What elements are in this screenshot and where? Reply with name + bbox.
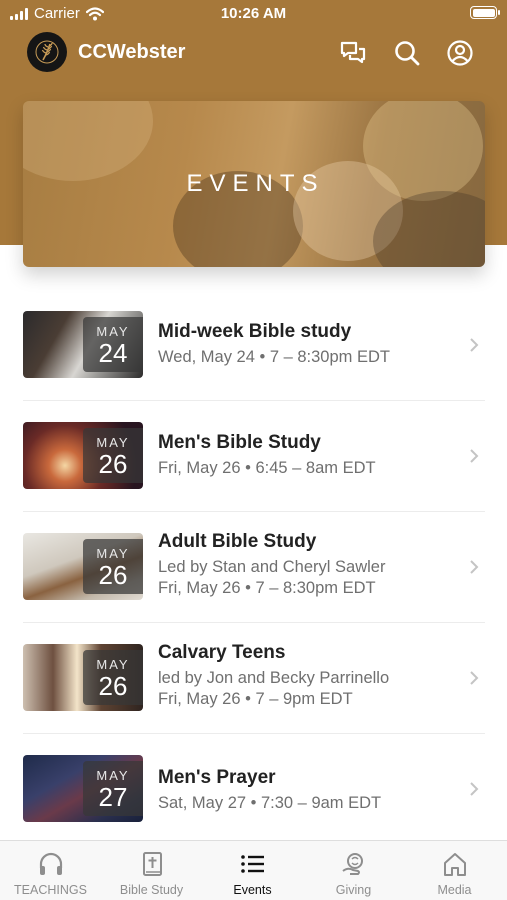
tab-bible-study[interactable]: Bible Study — [101, 841, 202, 900]
event-row[interactable]: MAY 26 Adult Bible Study Led by Stan and… — [23, 512, 485, 623]
chevron-right-icon — [470, 782, 479, 796]
date-month: MAY — [96, 546, 130, 561]
chevron-right-icon — [470, 560, 479, 574]
wheat-logo-icon — [35, 40, 59, 64]
battery-icon — [470, 6, 500, 19]
date-month: MAY — [96, 768, 130, 783]
event-time: Sat, May 27 • 7:30 – 9am EDT — [158, 794, 382, 812]
date-day: 27 — [98, 782, 128, 812]
tab-label: Giving — [335, 883, 372, 897]
chat-icon[interactable] — [339, 39, 367, 67]
status-bar: Carrier 10:26 AM — [0, 0, 507, 28]
date-badge: MAY 26 — [83, 539, 143, 594]
event-time: Fri, May 26 • 7 – 9pm EDT — [158, 690, 353, 708]
app-title: CCWebster — [78, 41, 186, 63]
church-logo[interactable] — [27, 32, 67, 72]
event-title: Mid-week Bible study — [158, 321, 352, 342]
event-title: Men's Prayer — [158, 767, 276, 788]
chevron-right-icon — [470, 671, 479, 685]
tab-media[interactable]: Media — [404, 841, 505, 900]
event-text: Men's Bible Study Fri, May 26 • 6:45 – 8… — [158, 432, 458, 478]
home-icon — [443, 853, 466, 876]
event-text: Calvary Teens led by Jon and Becky Parri… — [158, 642, 458, 709]
event-thumbnail: MAY 27 — [23, 755, 143, 822]
tab-label: Media — [437, 883, 472, 897]
event-title: Calvary Teens — [158, 642, 286, 663]
event-thumbnail: MAY 26 — [23, 533, 143, 600]
event-title: Men's Bible Study — [158, 432, 321, 453]
search-icon[interactable] — [393, 39, 421, 67]
profile-icon[interactable] — [446, 39, 474, 67]
date-badge: MAY 26 — [83, 650, 143, 705]
events-hero-banner: EVENTS — [23, 101, 485, 267]
date-badge: MAY 26 — [83, 428, 143, 483]
event-title: Adult Bible Study — [158, 531, 317, 552]
event-thumbnail: MAY 26 — [23, 644, 143, 711]
event-text: Men's Prayer Sat, May 27 • 7:30 – 9am ED… — [158, 767, 458, 813]
app-header: CCWebster — [0, 30, 507, 76]
date-day: 26 — [98, 449, 128, 479]
event-text: Adult Bible Study Led by Stan and Cheryl… — [158, 531, 458, 598]
tab-events[interactable]: Events — [202, 841, 303, 900]
list-icon — [240, 855, 264, 873]
headphones-icon — [39, 852, 62, 875]
tab-label: TEACHINGS — [14, 883, 87, 897]
event-row[interactable]: MAY 24 Mid-week Bible study Wed, May 24 … — [23, 290, 485, 401]
event-leader: Led by Stan and Cheryl Sawler — [158, 558, 386, 576]
event-row[interactable]: MAY 26 Men's Bible Study Fri, May 26 • 6… — [23, 401, 485, 512]
bible-icon — [142, 852, 162, 876]
tab-giving[interactable]: Giving — [303, 841, 404, 900]
date-month: MAY — [96, 324, 130, 339]
event-row[interactable]: MAY 26 Calvary Teens led by Jon and Beck… — [23, 623, 485, 734]
event-time: Fri, May 26 • 7 – 8:30pm EDT — [158, 579, 376, 597]
date-month: MAY — [96, 657, 130, 672]
event-thumbnail: MAY 26 — [23, 422, 143, 489]
giving-icon — [341, 853, 363, 875]
event-text: Mid-week Bible study Wed, May 24 • 7 – 8… — [158, 321, 458, 367]
date-day: 26 — [98, 560, 128, 590]
event-leader: led by Jon and Becky Parrinello — [158, 669, 390, 687]
event-thumbnail: MAY 24 — [23, 311, 143, 378]
date-month: MAY — [96, 435, 130, 450]
tab-label: Events — [233, 883, 272, 897]
event-time: Fri, May 26 • 6:45 – 8am EDT — [158, 459, 376, 477]
chevron-right-icon — [470, 338, 479, 352]
chevron-right-icon — [470, 449, 479, 463]
hero-title: EVENTS — [186, 170, 325, 197]
date-badge: MAY 27 — [83, 761, 143, 816]
date-day: 26 — [98, 671, 128, 701]
date-day: 24 — [98, 338, 128, 368]
date-badge: MAY 24 — [83, 317, 143, 372]
tab-teachings[interactable]: TEACHINGS — [0, 841, 101, 900]
tab-bar: TEACHINGS Bible Study Events Giving Medi… — [0, 840, 507, 900]
event-time: Wed, May 24 • 7 – 8:30pm EDT — [158, 348, 390, 366]
event-row[interactable]: MAY 27 Men's Prayer Sat, May 27 • 7:30 –… — [23, 734, 485, 845]
status-time: 10:26 AM — [220, 5, 287, 22]
tab-label: Bible Study — [119, 883, 184, 897]
